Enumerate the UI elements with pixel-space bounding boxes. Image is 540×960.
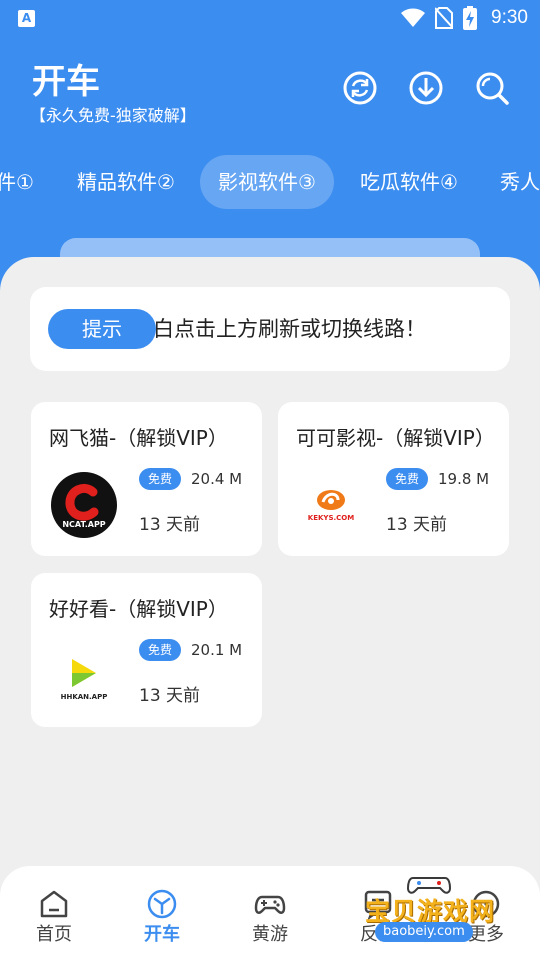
page-title: 开车 [32,62,100,102]
no-sim-icon [435,7,454,29]
app-title: 网飞猫-（解锁VIP） [49,426,228,450]
free-badge: 免费 [139,468,181,490]
battery-charging-icon [463,6,478,30]
free-badge: 免费 [386,468,428,490]
tab-premium-software[interactable]: 精品软件② [77,155,175,209]
app-card-hhkan[interactable]: 好好看-（解锁VIP） HHKAN.APP 免费 20.1 M 13 天前 [31,573,262,727]
ncat-logo-icon: NCAT.APP [49,470,119,540]
wifi-icon [401,8,426,27]
kekys-logo-icon: KEKYS.COM [296,470,366,540]
home-icon [40,890,68,918]
nav-label: 黄游 [252,924,288,945]
free-badge: 免费 [139,639,181,661]
app-card-ncat[interactable]: 网飞猫-（解锁VIP） NCAT.APP 免费 20.4 M 13 天前 [31,402,262,556]
watermark-url: baobeiy.com [375,922,473,942]
notification-app-icon: A [18,10,35,27]
search-icon[interactable] [474,70,510,106]
nav-kaiche[interactable]: 开车 [108,866,216,960]
app-title: 可可影视-（解锁VIP） [296,426,495,450]
notice-badge: 提示 [48,309,156,349]
category-tabs: 件① 精品软件② 影视软件③ 吃瓜软件④ 秀人 [0,155,540,209]
app-size: 20.1 M [191,641,243,659]
page-subtitle: 【永久免费-独家破解】 [30,106,196,125]
tab-gossip-software[interactable]: 吃瓜软件④ [360,155,458,209]
app-card-kekys[interactable]: 可可影视-（解锁VIP） KEKYS.COM 免费 19.8 M 13 天前 [278,402,509,556]
cube-icon [147,889,177,919]
app-updated-time: 13 天前 [139,515,201,535]
tab-software-1[interactable]: 件① [0,155,34,209]
status-bar: A 9:30 [0,0,540,36]
tab-video-software[interactable]: 影视软件③ [200,155,334,209]
hhkan-logo-text: HHKAN.APP [61,693,108,701]
app-size: 20.4 M [191,470,243,488]
nav-home[interactable]: 首页 [0,866,108,960]
nav-games[interactable]: 黄游 [216,866,324,960]
hhkan-logo-icon: HHKAN.APP [49,641,119,711]
app-updated-time: 13 天前 [139,686,201,706]
site-watermark: 宝贝游戏网 baobeiy.com [365,872,540,942]
refresh-icon[interactable] [342,70,378,106]
kekys-logo-text: KEKYS.COM [308,514,354,522]
nav-label: 开车 [144,924,180,945]
notice-bar: 提示空白点击上方刷新或切换线路！ 提示 [30,287,510,371]
app-updated-time: 13 天前 [386,515,448,535]
tab-xiuren[interactable]: 秀人 [500,155,540,209]
ncat-logo-text: NCAT.APP [62,520,105,529]
nav-label: 首页 [36,924,72,945]
app-title: 好好看-（解锁VIP） [49,597,228,621]
status-time: 9:30 [491,7,528,28]
app-size: 19.8 M [438,470,490,488]
gamepad-icon [254,895,286,914]
download-icon[interactable] [408,70,444,106]
